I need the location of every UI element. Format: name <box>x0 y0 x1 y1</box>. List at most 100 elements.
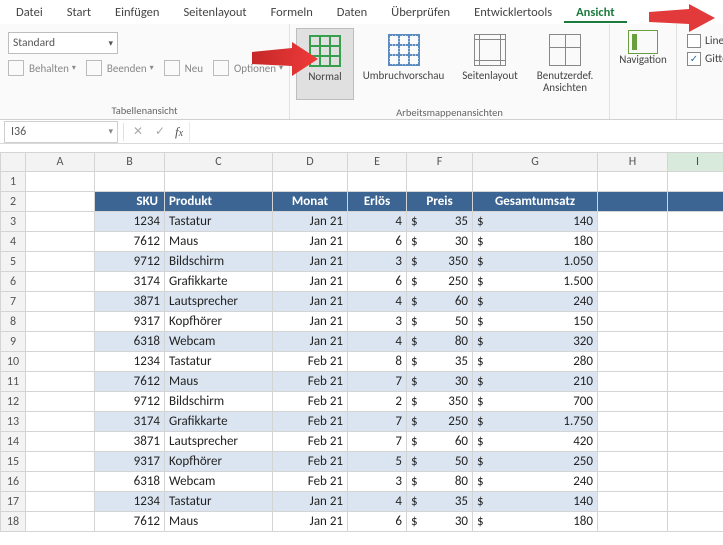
row-header[interactable]: 18 <box>1 512 26 532</box>
cell[interactable] <box>26 192 95 212</box>
cell[interactable] <box>26 252 95 272</box>
cell-sku[interactable]: 1234 <box>95 212 165 232</box>
row-header[interactable]: 12 <box>1 392 26 412</box>
cell[interactable] <box>668 232 723 252</box>
cell[interactable] <box>668 252 723 272</box>
exit-view-button[interactable]: Beenden▾ <box>86 60 154 76</box>
column-header-C[interactable]: C <box>165 153 273 172</box>
cell-produkt[interactable]: Bildschirm <box>165 392 273 412</box>
cell[interactable] <box>598 412 668 432</box>
cell-monat[interactable]: Jan 21 <box>273 492 348 512</box>
cell[interactable] <box>26 492 95 512</box>
cell-sku[interactable]: 9712 <box>95 252 165 272</box>
options-view-button[interactable]: Optionen▾ <box>213 60 283 76</box>
navigation-button[interactable]: Navigation <box>614 28 672 104</box>
cell-gesamt[interactable]: $320 <box>473 332 598 352</box>
row-header[interactable]: 10 <box>1 352 26 372</box>
tab-start[interactable]: Start <box>55 2 103 23</box>
cell-sku[interactable]: 3871 <box>95 292 165 312</box>
row-header[interactable]: 9 <box>1 332 26 352</box>
cell-erloes[interactable]: 3 <box>348 312 407 332</box>
cell[interactable] <box>26 512 95 532</box>
cell-preis[interactable]: $60 <box>407 292 473 312</box>
cell-produkt[interactable]: Maus <box>165 372 273 392</box>
normal-view-button[interactable]: Normal <box>296 28 354 100</box>
cell-erloes[interactable]: 7 <box>348 432 407 452</box>
column-header-H[interactable]: H <box>598 153 668 172</box>
cell[interactable] <box>26 372 95 392</box>
cell-monat[interactable]: Feb 21 <box>273 452 348 472</box>
ruler-checkbox-row[interactable]: Line <box>683 32 723 50</box>
tab-datei[interactable]: Datei <box>4 2 55 23</box>
cell[interactable] <box>165 172 273 192</box>
column-header-G[interactable]: G <box>473 153 598 172</box>
cell[interactable] <box>26 412 95 432</box>
row-header[interactable]: 5 <box>1 252 26 272</box>
cell-preis[interactable]: $50 <box>407 312 473 332</box>
cell-gesamt[interactable]: $1.050 <box>473 252 598 272</box>
cell-produkt[interactable]: Kopfhörer <box>165 452 273 472</box>
row-header[interactable]: 13 <box>1 412 26 432</box>
cell[interactable] <box>26 312 95 332</box>
cell[interactable] <box>598 452 668 472</box>
row-header[interactable]: 15 <box>1 452 26 472</box>
row-header[interactable]: 1 <box>1 172 26 192</box>
insert-function-button[interactable]: fx <box>171 124 183 140</box>
row-header[interactable]: 16 <box>1 472 26 492</box>
cell-gesamt[interactable]: $700 <box>473 392 598 412</box>
cell-gesamt[interactable]: $280 <box>473 352 598 372</box>
cell[interactable] <box>668 392 723 412</box>
cell-sku[interactable]: 6318 <box>95 472 165 492</box>
cell-sku[interactable]: 7612 <box>95 232 165 252</box>
row-header[interactable]: 17 <box>1 492 26 512</box>
cell-erloes[interactable]: 7 <box>348 412 407 432</box>
cell[interactable] <box>26 292 95 312</box>
cell[interactable] <box>598 392 668 412</box>
accept-formula-button[interactable]: ✓ <box>149 124 171 139</box>
cell-gesamt[interactable]: $210 <box>473 372 598 392</box>
cell-monat[interactable]: Feb 21 <box>273 412 348 432</box>
cell[interactable] <box>598 292 668 312</box>
column-headers[interactable]: ABCDEFGHI <box>1 153 723 172</box>
cell-produkt[interactable]: Grafikkarte <box>165 272 273 292</box>
cell[interactable] <box>26 472 95 492</box>
cell[interactable] <box>668 312 723 332</box>
cell-sku[interactable]: 6318 <box>95 332 165 352</box>
cell-monat[interactable]: Jan 21 <box>273 332 348 352</box>
table-header-cell[interactable]: Monat <box>273 192 348 212</box>
keep-view-button[interactable]: Behalten▾ <box>8 60 76 76</box>
tab-ansicht[interactable]: Ansicht <box>564 2 627 23</box>
cell-monat[interactable]: Jan 21 <box>273 272 348 292</box>
cell[interactable] <box>26 352 95 372</box>
cell-produkt[interactable]: Tastatur <box>165 492 273 512</box>
cell-erloes[interactable]: 2 <box>348 392 407 412</box>
cell[interactable] <box>26 332 95 352</box>
cell[interactable] <box>668 212 723 232</box>
cell[interactable] <box>668 172 723 192</box>
name-box[interactable]: I36 ▾ <box>4 121 118 143</box>
cell-gesamt[interactable]: $1.750 <box>473 412 598 432</box>
page-layout-view-button[interactable]: Seitenlayout <box>453 28 527 104</box>
cell-gesamt[interactable]: $240 <box>473 472 598 492</box>
tab-einfügen[interactable]: Einfügen <box>103 2 171 23</box>
cell-produkt[interactable]: Maus <box>165 512 273 532</box>
cell-gesamt[interactable]: $1.500 <box>473 272 598 292</box>
cell-produkt[interactable]: Grafikkarte <box>165 412 273 432</box>
cell-preis[interactable]: $80 <box>407 332 473 352</box>
cell-preis[interactable]: $60 <box>407 432 473 452</box>
cell[interactable] <box>668 492 723 512</box>
cell-monat[interactable]: Jan 21 <box>273 252 348 272</box>
cell[interactable] <box>473 172 598 192</box>
cell[interactable] <box>598 252 668 272</box>
cell-monat[interactable]: Feb 21 <box>273 392 348 412</box>
cell[interactable] <box>668 512 723 532</box>
column-header-I[interactable]: I <box>668 153 723 172</box>
spreadsheet-grid[interactable]: ABCDEFGHI 12SKUProduktMonatErlösPreisGes… <box>0 152 723 545</box>
cell[interactable] <box>26 452 95 472</box>
cell-produkt[interactable]: Lautsprecher <box>165 292 273 312</box>
cell-sku[interactable]: 9712 <box>95 392 165 412</box>
column-header-D[interactable]: D <box>273 153 348 172</box>
cell-erloes[interactable]: 7 <box>348 372 407 392</box>
cell-monat[interactable]: Feb 21 <box>273 352 348 372</box>
cell-produkt[interactable]: Bildschirm <box>165 252 273 272</box>
